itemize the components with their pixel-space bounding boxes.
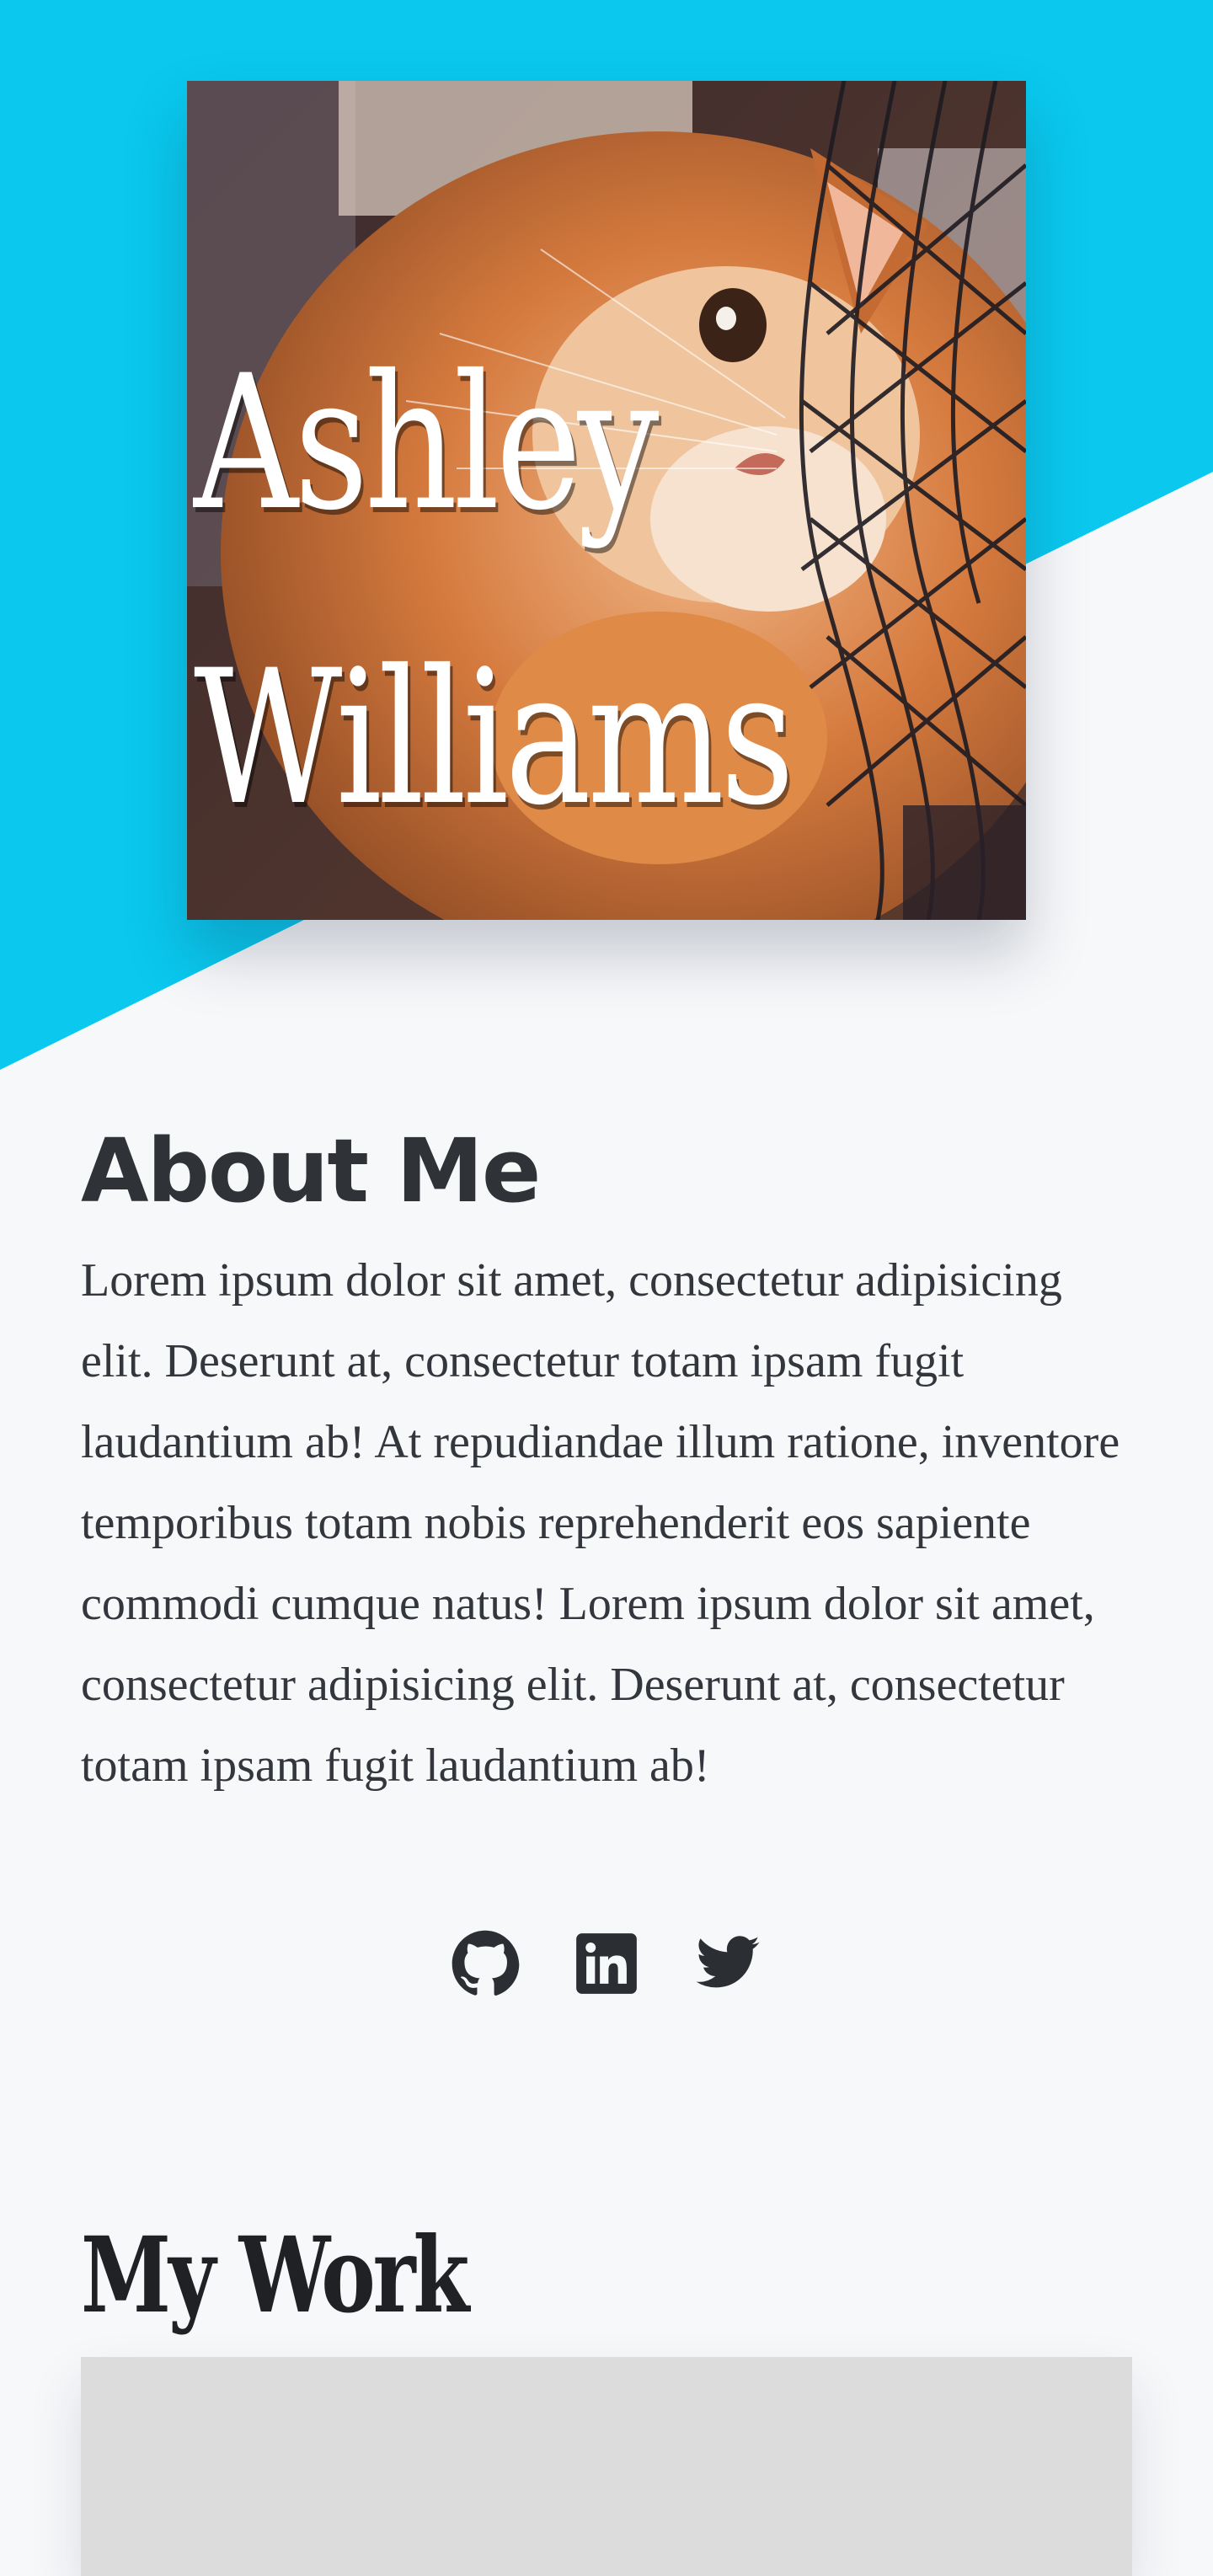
github-link[interactable] [451,1929,520,1998]
hero-card: Ashley Williams [187,81,1026,920]
hero-first-name: Ashley [194,335,659,551]
linkedin-icon [576,1933,637,1994]
about-text: Lorem ipsum dolor sit amet, consectetur … [81,1254,1120,1792]
work-title: My Work [81,2215,469,2337]
linkedin-link[interactable] [572,1929,641,1998]
social-links [0,1929,1213,1998]
twitter-link[interactable] [693,1929,762,1998]
about-title: About Me [81,1120,541,1222]
github-icon [452,1930,520,1996]
work-card-placeholder[interactable] [81,2357,1132,2576]
twitter-icon [696,1936,760,1988]
hero-last-name: Williams [194,630,794,846]
about-section: About Me Lorem ipsum dolor sit amet, con… [81,1112,1132,1806]
